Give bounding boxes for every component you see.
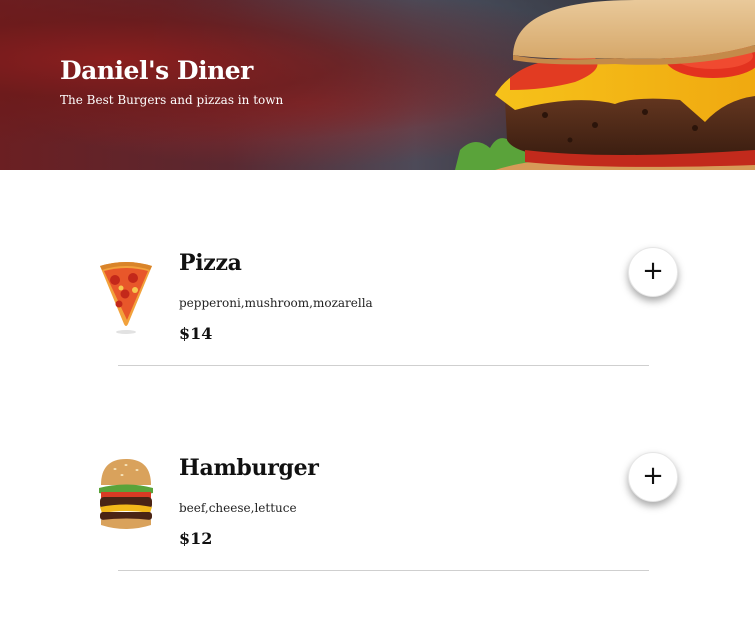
burger-banner-image [455,0,755,170]
pizza-slice-image [100,262,152,334]
item-price: $14 [179,324,213,343]
plus-icon: + [642,256,664,286]
hamburger-image [99,459,153,529]
plus-icon: + [642,461,664,491]
item-divider [118,570,649,571]
item-price: $12 [179,529,213,548]
menu-item-pizza: Pizza pepperoni,mushroom,mozarella $14 + [0,220,755,370]
item-name: Hamburger [179,455,319,481]
item-ingredients: pepperoni,mushroom,mozarella [179,296,373,310]
restaurant-tagline: The Best Burgers and pizzas in town [60,93,284,107]
item-name: Pizza [179,250,242,276]
add-pizza-button[interactable]: + [628,247,678,297]
item-ingredients: beef,cheese,lettuce [179,501,297,515]
menu-item-hamburger: Hamburger beef,cheese,lettuce $12 + [0,425,755,575]
restaurant-title: Daniel's Diner [60,56,253,85]
hero-banner: Daniel's Diner The Best Burgers and pizz… [0,0,755,170]
item-divider [118,365,649,366]
add-hamburger-button[interactable]: + [628,452,678,502]
